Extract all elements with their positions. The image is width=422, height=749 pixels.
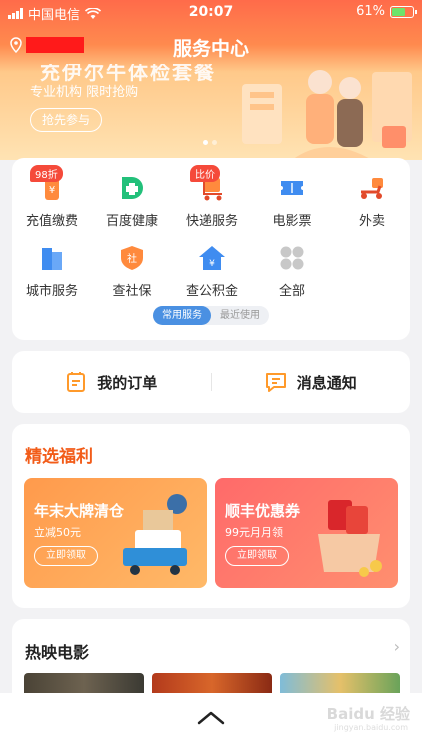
service-express[interactable]: 比价 快递服务 (172, 165, 252, 229)
nav-bar: 服务中心 (0, 28, 422, 64)
service-recharge[interactable]: ¥ 98折 充值缴费 (12, 165, 92, 229)
banner-subtitle: 专业机构 限时抢购 (30, 85, 139, 100)
service-health[interactable]: 百度健康 (92, 174, 172, 229)
promo-title: 顺丰优惠券 (225, 502, 301, 520)
service-label: 外卖 (358, 214, 385, 229)
service-label: 快递服务 (185, 214, 238, 229)
page-title: 服务中心 (172, 38, 249, 60)
section-title: 热映电影 (25, 643, 90, 662)
promo-card-clearance[interactable]: 年末大牌清仓 立减50元 立即领取 (24, 478, 207, 588)
services-card: ¥ 98折 充值缴费 百度健康 比价 快递服务 电影票 外卖 城市服务 社 查社… (12, 158, 410, 340)
scooter-icon (358, 174, 386, 202)
claim-button[interactable]: 立即领取 (34, 546, 98, 566)
shield-icon: 社 (118, 244, 146, 272)
promo-subtitle: 立减50元 (34, 526, 81, 539)
service-social-security[interactable]: 社 查社保 (92, 244, 172, 299)
service-label: 百度健康 (105, 214, 158, 229)
welfare-card: 精选福利 年末大牌清仓 立减50元 立即领取 顺丰优惠券 99元月月领 立即领取 (12, 424, 410, 608)
service-housing-fund[interactable]: ¥ 查公积金 (172, 244, 252, 299)
carousel-dots (203, 140, 217, 145)
promo-subtitle: 99元月月领 (225, 526, 283, 539)
service-movie-ticket[interactable]: 电影票 (252, 174, 332, 229)
svg-text:¥: ¥ (49, 185, 55, 196)
banner-illustration (242, 70, 412, 160)
battery-percent: 61% (356, 4, 385, 19)
svg-text:社: 社 (127, 252, 137, 265)
service-tag: 比价 (190, 165, 220, 182)
service-label: 查公积金 (185, 284, 238, 299)
promo-card-sf-coupon[interactable]: 顺丰优惠券 99元月月领 立即领取 (215, 478, 398, 588)
watermark: Baidu 经验 (326, 705, 410, 723)
buildings-icon (38, 244, 66, 272)
message-icon (265, 373, 286, 392)
chevron-up-icon[interactable] (197, 711, 225, 725)
service-label: 电影票 (272, 214, 312, 229)
order-list-icon (67, 372, 86, 392)
grid-all-icon (278, 244, 306, 272)
service-label: 城市服务 (25, 284, 78, 299)
battery-icon (390, 5, 417, 18)
banner-cta-button[interactable]: 抢先参与 (30, 108, 102, 132)
service-tag: 98折 (30, 165, 63, 182)
notifications-label: 消息通知 (296, 373, 357, 392)
watermark-url: jingyan.baidu.com (334, 723, 408, 732)
promo-title: 年末大牌清仓 (34, 502, 125, 520)
service-takeout[interactable]: 外卖 (332, 174, 412, 229)
section-title: 精选福利 (25, 447, 93, 467)
status-bar: 中国电信 20:07 61% (0, 0, 422, 26)
tab-recent-services[interactable]: 最近使用 (211, 306, 269, 325)
quick-links-card: 我的订单 消息通知 (12, 351, 410, 413)
service-label: 全部 (278, 284, 305, 299)
delivery-truck-illustration (123, 494, 187, 575)
service-segment-control: 常用服务 最近使用 (153, 306, 269, 325)
svg-text:¥: ¥ (209, 259, 215, 269)
chevron-right-icon[interactable]: › (394, 637, 400, 656)
tab-frequent-services[interactable]: 常用服务 (153, 306, 211, 325)
ticket-icon (278, 174, 306, 202)
service-label: 充值缴费 (25, 214, 78, 229)
claim-button[interactable]: 立即领取 (225, 546, 289, 566)
health-cross-icon (118, 174, 146, 202)
my-orders-button[interactable]: 我的订单 (12, 371, 211, 393)
service-city[interactable]: 城市服务 (12, 244, 92, 299)
my-orders-label: 我的订单 (97, 373, 158, 392)
promo-banner[interactable]: 充伊尔牛体检套餐 专业机构 限时抢购 抢先参与 (0, 64, 422, 160)
notifications-button[interactable]: 消息通知 (212, 371, 411, 393)
service-label: 查社保 (112, 284, 152, 299)
service-all[interactable]: 全部 (252, 244, 332, 299)
house-icon: ¥ (198, 244, 226, 272)
bottom-bar: Baidu 经验 jingyan.baidu.com (0, 693, 422, 749)
gift-box-illustration (318, 500, 382, 577)
header-background: 中国电信 20:07 61% 服务中心 充伊尔牛体检套餐 专业机构 限时抢购 抢… (0, 0, 422, 160)
